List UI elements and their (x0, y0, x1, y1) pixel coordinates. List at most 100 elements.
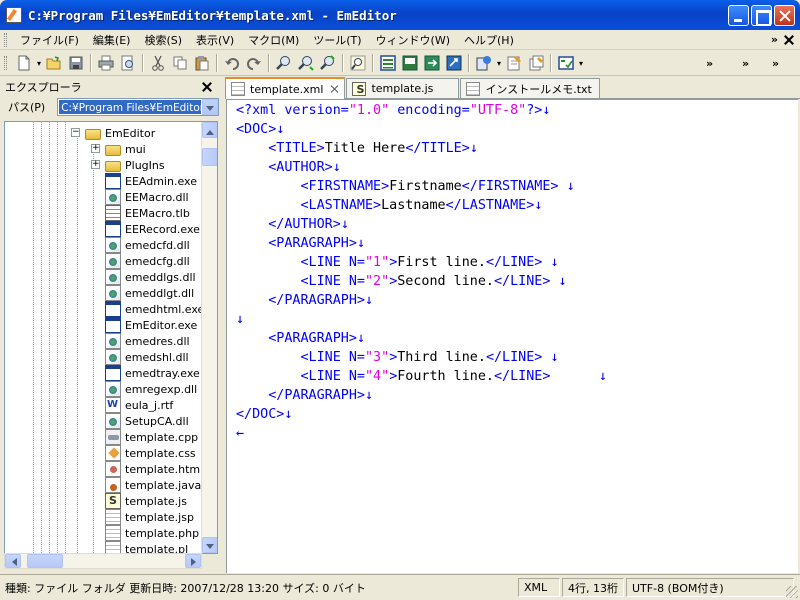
path-combo[interactable]: C:¥Program Files¥EmEditor (57, 98, 220, 116)
code-line[interactable]: ↓ (236, 310, 607, 329)
path-value[interactable]: C:¥Program Files¥EmEditor (59, 100, 202, 114)
tree-file-item[interactable]: emedcfg.dll (105, 253, 190, 269)
find-icon[interactable] (273, 52, 295, 74)
tree-file-item[interactable]: EERecord.exe (105, 221, 200, 237)
menu-macro[interactable]: マクロ(M) (241, 32, 306, 48)
code-text[interactable]: <?xml version="1.0" encoding="UTF-8"?>↓ <… (236, 101, 607, 443)
close-icon[interactable] (331, 85, 339, 93)
tree-vertical-scrollbar[interactable] (201, 122, 217, 553)
horizontal-scroll-thumb[interactable] (27, 554, 63, 568)
code-line[interactable]: <LINE N="4">Fourth line.</LINE> ↓ (236, 367, 607, 386)
expand-icon[interactable]: + (91, 160, 100, 169)
tree-folder-item[interactable]: EmEditor (85, 125, 155, 141)
scroll-thumb[interactable] (202, 148, 217, 166)
tab-install-memo[interactable]: インストールメモ.txt (460, 78, 601, 98)
tab-template-xml[interactable]: template.xml (225, 77, 346, 99)
code-line[interactable]: </PARAGRAPH>↓ (236, 291, 607, 310)
tree-file-item[interactable]: emedcfd.dll (105, 237, 190, 253)
find-next-icon[interactable] (295, 52, 317, 74)
configuration-dropdown-icon[interactable]: ▾ (577, 59, 585, 68)
tree-file-item[interactable]: emedshl.dll (105, 349, 189, 365)
code-line[interactable]: <PARAGRAPH>↓ (236, 234, 607, 253)
tree-file-item[interactable]: EEAdmin.exe (105, 173, 197, 189)
scroll-down-button[interactable] (202, 537, 217, 553)
open-file-icon[interactable] (43, 52, 65, 74)
tree-file-item[interactable]: SetupCA.dll (105, 413, 189, 429)
save-icon[interactable] (65, 52, 87, 74)
refresh-icon[interactable] (443, 52, 465, 74)
cut-icon[interactable] (147, 52, 169, 74)
outline-icon[interactable] (399, 52, 421, 74)
maximize-button[interactable] (751, 5, 772, 26)
tree-file-item[interactable]: template.css (105, 445, 196, 461)
undo-icon[interactable] (221, 52, 243, 74)
tree-file-item[interactable]: template.jsp (105, 509, 194, 525)
close-button[interactable] (774, 5, 795, 26)
tree-file-item[interactable]: emeddlgs.dll (105, 269, 196, 285)
menu-help[interactable]: ヘルプ(H) (457, 32, 521, 48)
toolbar-chevron[interactable]: » (772, 57, 779, 70)
tree-file-item[interactable]: template.java (105, 477, 201, 493)
new-file-dropdown-icon[interactable]: ▾ (35, 59, 43, 68)
status-position[interactable]: 4行, 13桁 (562, 578, 624, 597)
tree-file-item[interactable]: emedres.dll (105, 333, 190, 349)
code-line[interactable]: <LINE N="2">Second line.</LINE> ↓ (236, 272, 607, 291)
print-icon[interactable] (95, 52, 117, 74)
code-line[interactable]: <LASTNAME>Lastname</LASTNAME>↓ (236, 196, 607, 215)
tree-file-item[interactable]: emeddlgt.dll (105, 285, 194, 301)
resize-grip[interactable] (786, 586, 798, 598)
scroll-left-button[interactable] (5, 554, 21, 568)
plugin-icon[interactable] (473, 52, 495, 74)
new-file-icon[interactable] (13, 52, 35, 74)
tree-file-item[interactable]: emedtray.exe (105, 365, 200, 381)
code-line[interactable]: </PARAGRAPH>↓ (236, 386, 607, 405)
explorer-toggle-icon[interactable] (377, 52, 399, 74)
code-line[interactable]: </DOC>↓ (236, 405, 607, 424)
editor-area[interactable]: <?xml version="1.0" encoding="UTF-8"?>↓ <… (226, 99, 798, 573)
code-line[interactable]: <AUTHOR>↓ (236, 158, 607, 177)
tree-horizontal-scrollbar[interactable] (4, 553, 202, 569)
macro-record-icon[interactable] (503, 52, 525, 74)
plugin-dropdown-icon[interactable]: ▾ (495, 59, 503, 68)
print-preview-icon[interactable] (117, 52, 139, 74)
code-line[interactable]: <LINE N="1">First line.</LINE> ↓ (236, 253, 607, 272)
scroll-right-button[interactable] (185, 554, 201, 568)
sync-icon[interactable] (421, 52, 443, 74)
code-line[interactable]: <PARAGRAPH>↓ (236, 329, 607, 348)
toolbar-chevron[interactable]: » (742, 57, 749, 70)
tree-file-item[interactable]: EEMacro.dll (105, 189, 189, 205)
minimize-button[interactable] (728, 5, 749, 26)
menu-file[interactable]: ファイル(F) (13, 32, 86, 48)
tree-folder-item[interactable]: PlugIns (105, 157, 165, 173)
menu-tools[interactable]: ツール(T) (306, 32, 368, 48)
code-line[interactable]: <?xml version="1.0" encoding="UTF-8"?>↓ (236, 101, 607, 120)
menu-bar-grip[interactable] (4, 32, 7, 47)
chevron-down-icon[interactable] (202, 99, 219, 115)
paste-icon[interactable] (191, 52, 213, 74)
menu-search[interactable]: 検索(S) (137, 32, 189, 48)
code-line[interactable]: ← (236, 424, 607, 443)
tree-file-item[interactable]: template.js (105, 493, 187, 509)
tree-file-item[interactable]: template.htm (105, 461, 200, 477)
tree-file-item[interactable]: EEMacro.tlb (105, 205, 190, 221)
replace-icon[interactable] (347, 52, 369, 74)
expand-icon[interactable]: + (91, 144, 100, 153)
menu-view[interactable]: 表示(V) (189, 32, 241, 48)
tab-template-js[interactable]: template.js (346, 78, 460, 98)
menu-edit[interactable]: 編集(E) (86, 32, 138, 48)
code-line[interactable]: <DOC>↓ (236, 120, 607, 139)
menu-window[interactable]: ウィンドウ(W) (369, 32, 457, 48)
scroll-up-button[interactable] (202, 122, 217, 138)
toolbar-chevron[interactable]: » (706, 57, 713, 70)
toolbar-grip[interactable] (4, 56, 7, 70)
emeditor-app-icon[interactable] (6, 7, 22, 23)
find-prev-icon[interactable] (317, 52, 339, 74)
tree-folder-item[interactable]: mui (105, 141, 146, 157)
status-encoding[interactable]: UTF-8 (BOM付き) (626, 578, 794, 597)
document-close-icon[interactable] (784, 35, 794, 45)
tree-file-item[interactable]: emedhtml.exe (105, 301, 204, 317)
explorer-close-icon[interactable] (202, 82, 212, 92)
redo-icon[interactable] (243, 52, 265, 74)
menu-overflow-chevron[interactable]: » (771, 33, 778, 46)
tree-file-item[interactable]: template.cpp (105, 429, 198, 445)
